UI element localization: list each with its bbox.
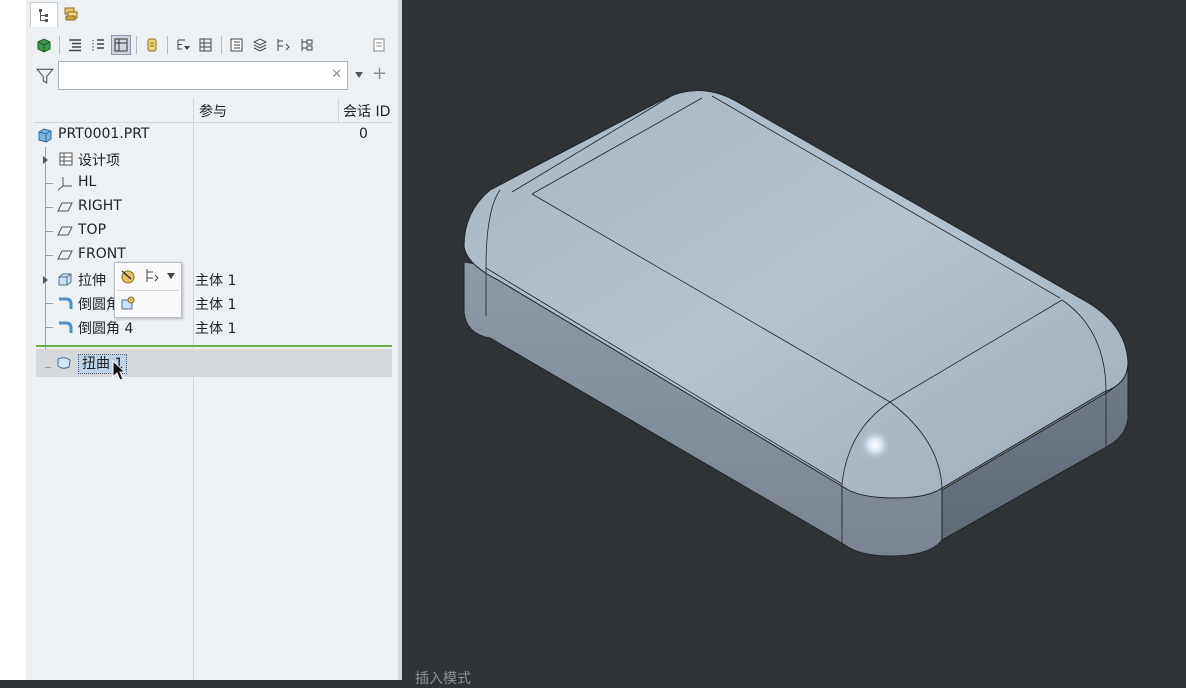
expand-arrow-icon[interactable]	[43, 156, 48, 164]
structure-button[interactable]	[296, 35, 316, 55]
datum-plane-icon	[57, 226, 73, 236]
tree-item-label: HL	[78, 174, 97, 190]
datum-plane-icon	[57, 250, 73, 260]
tree-item-right[interactable]: RIGHT	[34, 195, 392, 219]
column-divider[interactable]	[338, 98, 339, 122]
show-button[interactable]	[34, 35, 54, 55]
tree-item-label: 倒圆角 4	[78, 321, 134, 337]
columns-icon	[114, 38, 128, 52]
mouse-cursor-icon	[112, 360, 127, 381]
toolbar-separator	[167, 36, 168, 54]
structure-icon	[301, 39, 313, 51]
tree-item-label: 设计项	[78, 153, 120, 169]
tree-filter-icon	[177, 39, 190, 50]
insert-here-marker[interactable]	[36, 345, 392, 347]
plus-icon[interactable]: +	[372, 63, 387, 84]
highlight-icon	[147, 38, 157, 52]
chevron-down-icon[interactable]	[354, 71, 364, 79]
participation-value: 主体 1	[195, 321, 237, 337]
green-cube-icon	[37, 38, 51, 53]
datum-plane-icon	[57, 202, 73, 212]
round-icon	[59, 297, 73, 309]
warp-icon	[57, 357, 71, 369]
edit-icon[interactable]	[119, 294, 137, 312]
table-settings-icon	[199, 38, 212, 52]
part-icon	[38, 128, 52, 143]
tree-item-round[interactable]: 倒圆角 主体 1	[34, 291, 392, 315]
tree-item-extrude[interactable]: 拉伸 主体 1	[34, 267, 392, 291]
filter-tree-button[interactable]	[173, 35, 193, 55]
toolbar-separator	[59, 36, 60, 54]
tree-root-label: PRT0001.PRT	[58, 126, 150, 142]
funnel-icon[interactable]	[36, 67, 54, 85]
tree-toolbar	[34, 32, 392, 58]
properties-icon	[373, 38, 385, 52]
model-tree-icon	[39, 9, 48, 22]
session-id-value: 0	[359, 126, 368, 142]
reference-icon	[277, 39, 290, 51]
document-icon	[230, 38, 243, 52]
tree-item-design-items[interactable]: 设计项	[34, 147, 392, 171]
tree-item-top[interactable]: TOP	[34, 219, 392, 243]
toolbar-separator	[136, 36, 137, 54]
search-input[interactable]	[63, 63, 327, 90]
tree-connector	[45, 367, 51, 368]
expand-arrow-icon[interactable]	[43, 276, 48, 284]
coordinate-system-icon	[57, 177, 72, 191]
navigator-tabs	[30, 2, 84, 27]
search-box: ✕	[58, 61, 348, 90]
status-text: 插入模式	[415, 671, 471, 687]
reference-button[interactable]	[273, 35, 293, 55]
extrude-icon	[58, 273, 72, 286]
layer-tree-tab[interactable]	[58, 2, 84, 26]
dotted-list-icon	[92, 39, 104, 51]
tree-item-hl[interactable]: HL	[34, 171, 392, 195]
column-header-participation[interactable]: 参与	[199, 101, 227, 121]
toolbar-separator	[221, 36, 222, 54]
participation-value: 主体 1	[195, 297, 237, 313]
tree-item-round-4[interactable]: 倒圆角 4 主体 1	[34, 315, 392, 339]
tree-lines-button[interactable]	[65, 35, 85, 55]
specular-highlight	[859, 429, 891, 461]
settings-button[interactable]	[142, 35, 162, 55]
toolbar-separator	[117, 290, 179, 291]
left-dock-strip	[0, 0, 26, 680]
column-header-session-id[interactable]: 会话 ID	[343, 101, 390, 121]
mini-toolbar-popup	[114, 262, 182, 318]
tree-item-front[interactable]: FRONT	[34, 243, 392, 267]
search-row: ✕ +	[34, 60, 392, 92]
tree-item-label: TOP	[78, 222, 107, 238]
tree-item-label: 拉伸	[78, 273, 106, 289]
participation-value: 主体 1	[195, 273, 237, 289]
list-icon	[69, 39, 81, 52]
model-tree-tab[interactable]	[30, 2, 58, 27]
tree-item-label: RIGHT	[78, 198, 122, 214]
tree-item-label: FRONT	[78, 246, 126, 262]
tree-settings-button[interactable]	[196, 35, 216, 55]
edit-definition-icon[interactable]	[119, 267, 137, 285]
graphics-viewport[interactable]	[402, 0, 1186, 680]
layers-button[interactable]	[250, 35, 270, 55]
layers-icon	[252, 38, 268, 52]
chevron-down-icon[interactable]	[167, 273, 175, 279]
design-items-icon	[59, 152, 73, 166]
properties-button[interactable]	[369, 35, 389, 55]
layer-tree-icon	[64, 7, 78, 21]
round-icon	[59, 321, 73, 333]
tree-item-warp-selected[interactable]: 扭曲 1	[36, 349, 392, 377]
notes-button[interactable]	[227, 35, 247, 55]
tree-root-row[interactable]: PRT0001.PRT 0	[34, 123, 392, 147]
tree-dots-button[interactable]	[88, 35, 108, 55]
tree-columns-button[interactable]	[111, 35, 131, 55]
close-icon[interactable]: ✕	[331, 67, 342, 82]
reference-viewer-icon[interactable]	[143, 267, 161, 285]
